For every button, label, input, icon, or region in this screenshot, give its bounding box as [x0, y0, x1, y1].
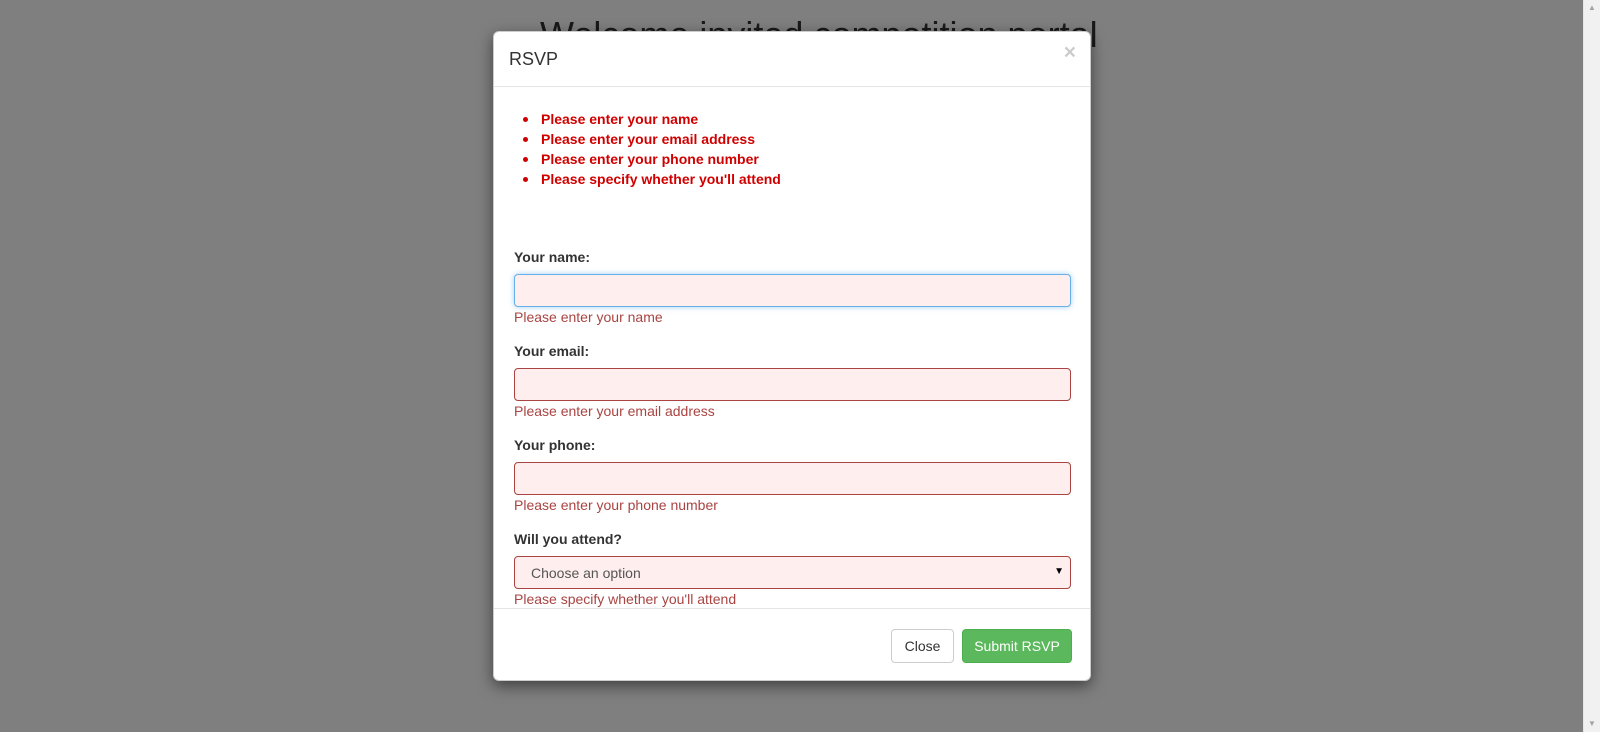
phone-input[interactable] [514, 462, 1071, 495]
rsvp-modal: RSVP × Please enter your name Please ent… [493, 31, 1091, 681]
modal-footer: Close Submit RSVP [494, 608, 1090, 680]
chevron-down-icon: ▼ [1054, 566, 1064, 577]
summary-item: Please enter your name [519, 109, 781, 129]
summary-item: Please specify whether you'll attend [519, 169, 781, 189]
email-input[interactable] [514, 368, 1071, 401]
scroll-up-icon[interactable]: ▲ [1588, 4, 1596, 12]
summary-item: Please enter your email address [519, 129, 781, 149]
attend-error: Please specify whether you'll attend [514, 591, 737, 607]
scroll-down-icon[interactable]: ▼ [1588, 720, 1596, 728]
attend-select[interactable]: Choose an option ▼ [514, 556, 1071, 589]
close-button[interactable]: Close [891, 629, 954, 663]
name-error: Please enter your name [514, 309, 663, 325]
email-error: Please enter your email address [514, 403, 715, 419]
modal-header: RSVP × [494, 32, 1090, 87]
modal-title: RSVP [509, 49, 559, 69]
attend-label: Will you attend? [514, 531, 622, 547]
submit-rsvp-button[interactable]: Submit RSVP [962, 629, 1072, 663]
summary-item: Please enter your phone number [519, 149, 781, 169]
name-label: Your name: [514, 249, 590, 265]
close-icon[interactable]: × [1064, 42, 1076, 63]
attend-select-value: Choose an option [531, 565, 641, 581]
scrollbar[interactable]: ▲ ▼ [1583, 0, 1600, 732]
phone-error: Please enter your phone number [514, 497, 718, 513]
phone-label: Your phone: [514, 437, 596, 453]
name-input[interactable] [514, 274, 1071, 307]
validation-summary: Please enter your name Please enter your… [519, 109, 781, 189]
email-label: Your email: [514, 343, 590, 359]
